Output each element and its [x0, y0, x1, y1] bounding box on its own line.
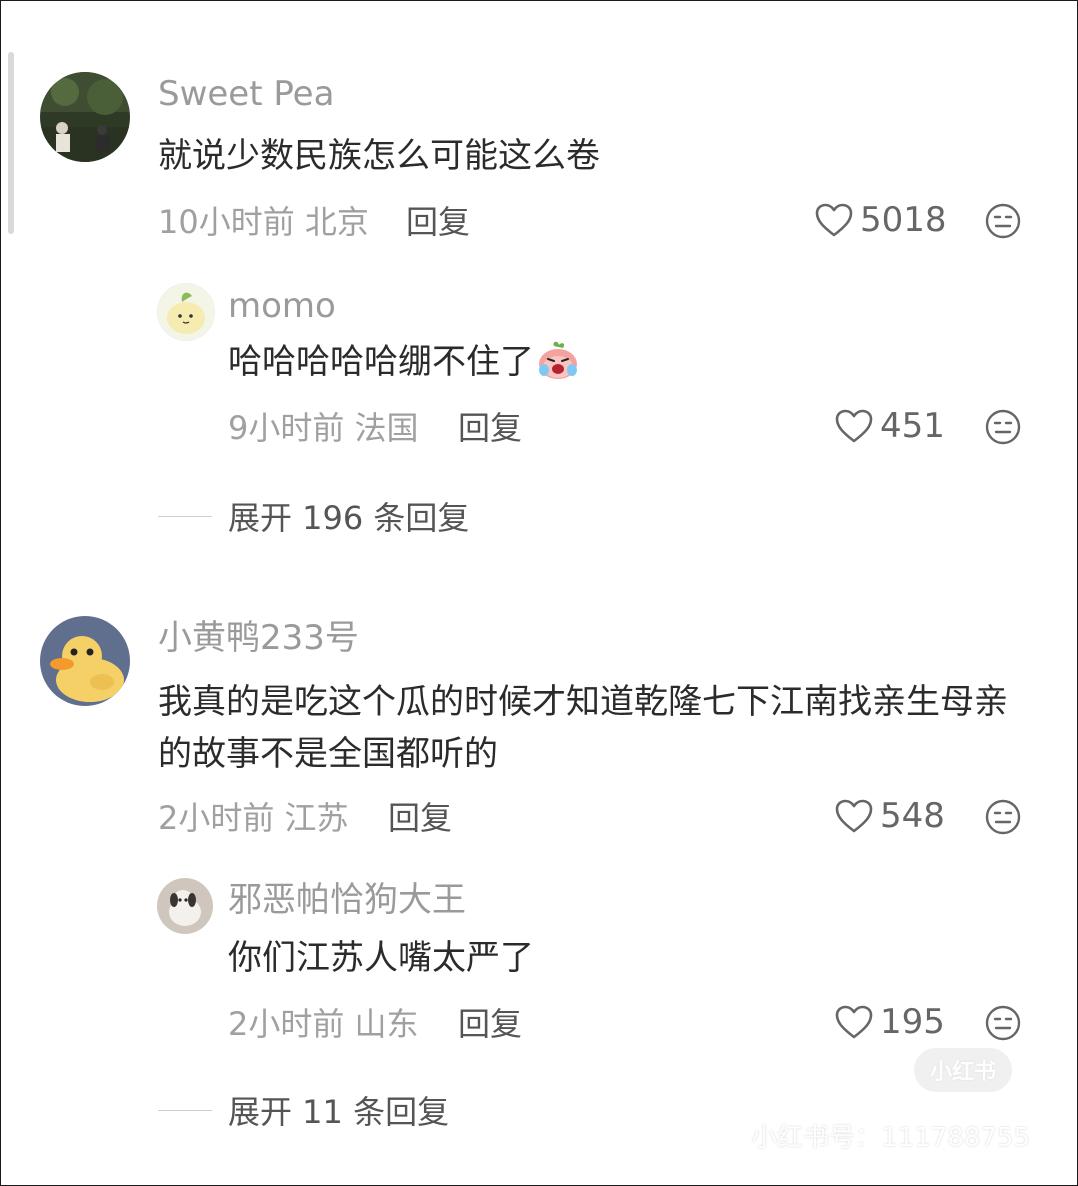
comment-username[interactable]: 小黄鸭233号 — [158, 618, 359, 658]
watermark-id: 小红书号：111788755 — [751, 1123, 1030, 1153]
comment-time-location: 2小时前 江苏 — [158, 799, 349, 837]
reply-button[interactable]: 回复 — [406, 202, 470, 242]
like-button[interactable]: 451 — [834, 406, 945, 446]
reply-text[interactable]: 你们江苏人嘴太严了 — [228, 932, 1008, 984]
expand-replies-label: 展开 11 条回复 — [228, 1093, 450, 1131]
like-count: 451 — [880, 406, 945, 446]
like-count: 5018 — [860, 200, 947, 240]
heart-outline-icon — [835, 799, 873, 833]
reply-text[interactable]: 哈哈哈哈哈绷不住了 — [228, 336, 1008, 388]
avatar[interactable] — [157, 878, 213, 934]
like-count: 548 — [880, 796, 945, 836]
reply-button[interactable]: 回复 — [458, 408, 522, 448]
avatar[interactable] — [40, 616, 130, 706]
comment-text[interactable]: 就说少数民族怎么可能这么卷 — [158, 130, 1018, 182]
heart-outline-icon — [835, 409, 873, 443]
reply-time-location: 2小时前 山东 — [228, 1005, 419, 1043]
watermark-badge: 小红书 — [914, 1048, 1012, 1092]
reply-button[interactable]: 回复 — [458, 1004, 522, 1044]
expand-replies-label: 展开 196 条回复 — [228, 499, 470, 537]
neutral-face-icon[interactable] — [984, 202, 1022, 240]
expand-replies-button[interactable]: 展开 196 条回复 — [158, 496, 470, 537]
avatar[interactable] — [40, 72, 130, 162]
like-button[interactable]: 195 — [834, 1002, 945, 1042]
heart-outline-icon — [835, 1005, 873, 1039]
comment-username[interactable]: Sweet Pea — [158, 74, 334, 114]
expand-replies-button[interactable]: 展开 11 条回复 — [158, 1090, 450, 1131]
heart-outline-icon — [815, 203, 853, 237]
divider — [158, 515, 212, 517]
neutral-face-icon[interactable] — [984, 408, 1022, 446]
reply-username[interactable]: 邪恶帕恰狗大王 — [228, 880, 466, 920]
reply-username[interactable]: momo — [228, 286, 336, 326]
reply-button[interactable]: 回复 — [388, 798, 452, 838]
comment-text[interactable]: 我真的是吃这个瓜的时候才知道乾隆七下江南找亲生母亲的故事不是全国都听的 — [158, 676, 1028, 780]
neutral-face-icon[interactable] — [984, 798, 1022, 836]
reply-text-content: 哈哈哈哈哈绷不住了 — [228, 342, 534, 382]
avatar[interactable] — [157, 283, 215, 341]
divider — [158, 1109, 212, 1111]
reply-time-location: 9小时前 法国 — [228, 409, 419, 447]
comment-time-location: 10小时前 北京 — [158, 203, 369, 241]
scrollbar[interactable] — [8, 52, 14, 234]
like-count: 195 — [880, 1002, 945, 1042]
like-button[interactable]: 5018 — [814, 200, 947, 240]
neutral-face-icon[interactable] — [984, 1004, 1022, 1042]
crying-laughing-emoji — [539, 341, 577, 379]
like-button[interactable]: 548 — [834, 796, 945, 836]
